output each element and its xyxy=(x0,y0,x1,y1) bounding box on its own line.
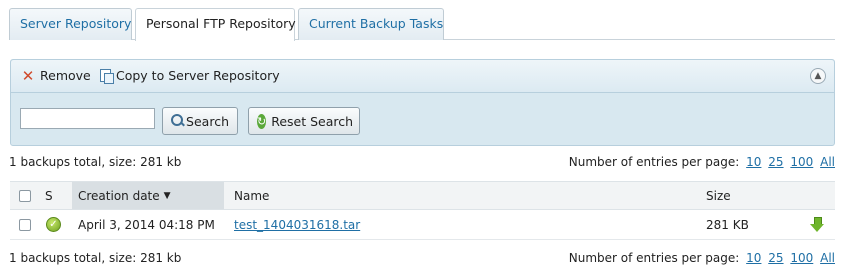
creation-date-header-label: Creation date xyxy=(78,188,160,203)
column-header-status[interactable]: S xyxy=(45,182,53,209)
download-cell xyxy=(810,210,824,239)
per-page-10-link[interactable]: 10 xyxy=(746,155,761,169)
entries-per-page: Number of entries per page: 10 25 100 Al… xyxy=(569,155,835,169)
per-page-100-link[interactable]: 100 xyxy=(790,155,813,169)
per-page-100-link[interactable]: 100 xyxy=(790,251,813,265)
table-row: ✓ April 3, 2014 04:18 PM test_1404031618… xyxy=(10,210,835,240)
collapse-panel-icon[interactable]: ▲ xyxy=(810,68,826,84)
search-button[interactable]: Search xyxy=(162,107,238,135)
per-page-25-link[interactable]: 25 xyxy=(768,251,783,265)
row-select-cell xyxy=(19,210,31,239)
per-page-25-link[interactable]: 25 xyxy=(768,155,783,169)
remove-label: Remove xyxy=(40,68,91,83)
select-all-cell xyxy=(19,182,31,209)
per-page-all-link[interactable]: All xyxy=(820,155,835,169)
tab-current-backup-tasks[interactable]: Current Backup Tasks xyxy=(298,8,444,40)
search-icon xyxy=(171,114,184,128)
backups-summary: 1 backups total, size: 281 kb xyxy=(9,155,182,169)
tab-personal-ftp-repository[interactable]: Personal FTP Repository xyxy=(135,8,296,41)
backup-file-link[interactable]: test_1404031618.tar xyxy=(234,218,360,232)
actions-panel: ✕ Remove Copy to Server Repository ▲ Sea… xyxy=(10,59,835,146)
remove-button[interactable]: ✕ Remove xyxy=(21,68,91,83)
refresh-icon: ↻ xyxy=(257,113,267,129)
entries-per-page-label: Number of entries per page: xyxy=(568,251,740,265)
status-cell: ✓ xyxy=(46,210,61,239)
column-header-name[interactable]: Name xyxy=(234,182,269,209)
download-icon[interactable] xyxy=(810,217,824,232)
search-input[interactable] xyxy=(20,108,155,129)
actions-toolbar: ✕ Remove Copy to Server Repository ▲ xyxy=(11,60,834,93)
status-ok-icon: ✓ xyxy=(46,217,61,232)
column-header-creation-date[interactable]: Creation date ▼ xyxy=(72,182,224,209)
select-all-checkbox[interactable] xyxy=(19,189,31,202)
copy-icon xyxy=(100,69,114,84)
table-header: S Creation date ▼ Name Size xyxy=(10,181,835,210)
tab-bar: Server Repository Personal FTP Repositor… xyxy=(9,7,835,41)
search-button-label: Search xyxy=(186,113,229,129)
tab-server-repository[interactable]: Server Repository xyxy=(9,8,132,40)
row-checkbox[interactable] xyxy=(19,218,31,231)
name-cell: test_1404031618.tar xyxy=(234,210,360,239)
remove-icon: ✕ xyxy=(21,66,35,85)
creation-date-cell: April 3, 2014 04:18 PM xyxy=(78,217,215,232)
copy-label: Copy to Server Repository xyxy=(116,68,280,83)
size-cell: 281 KB xyxy=(706,217,749,232)
per-page-10-link[interactable]: 10 xyxy=(746,251,761,265)
backups-table: S Creation date ▼ Name Size ✓ April 3, 2… xyxy=(10,181,835,241)
sort-descending-icon: ▼ xyxy=(163,190,171,201)
reset-search-label: Reset Search xyxy=(271,113,354,129)
entries-per-page-label: Number of entries per page: xyxy=(568,155,740,169)
backups-summary-bottom: 1 backups total, size: 281 kb xyxy=(9,251,182,265)
column-header-size[interactable]: Size xyxy=(706,182,731,209)
copy-to-server-repository-button[interactable]: Copy to Server Repository xyxy=(100,68,280,84)
entries-per-page-bottom: Number of entries per page: 10 25 100 Al… xyxy=(569,251,835,265)
per-page-all-link[interactable]: All xyxy=(820,251,835,265)
reset-search-button[interactable]: ↻ Reset Search xyxy=(248,107,360,135)
